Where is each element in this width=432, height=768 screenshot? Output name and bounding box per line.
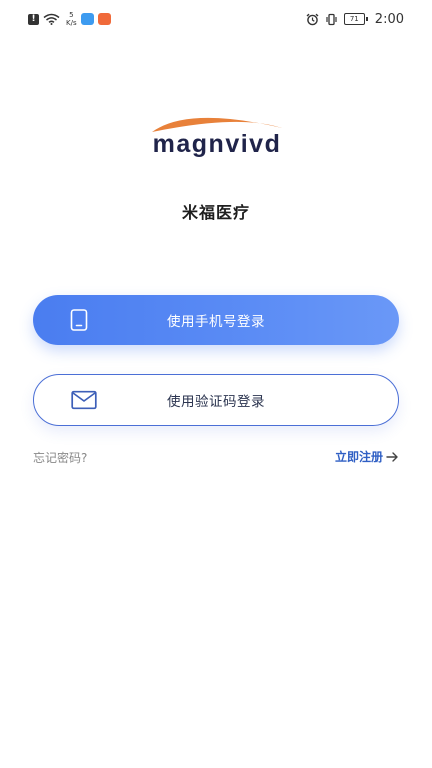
arrow-right-icon (386, 451, 398, 462)
alarm-icon (306, 13, 319, 25)
vibrate-icon (326, 13, 337, 25)
brand-logo: magnvivd (148, 110, 286, 166)
status-time: 2:00 (374, 11, 404, 27)
code-login-label: 使用验证码登录 (167, 394, 265, 410)
status-bar-right: 71 2:00 (306, 10, 404, 28)
code-login-button[interactable]: 使用验证码登录 (33, 374, 399, 426)
app-name: 米福医疗 (181, 203, 250, 222)
register-link[interactable]: 立即注册 (335, 448, 399, 465)
status-bar-left: ! 5 K/s (28, 10, 111, 28)
network-speed: 5 K/s (66, 11, 77, 27)
wallet-app-icon (97, 13, 111, 25)
alert-icon: ! (28, 13, 39, 25)
battery-icon: 71 (343, 13, 368, 25)
status-bar: ! 5 K/s 71 2:00 (0, 0, 432, 36)
search-app-icon (80, 13, 94, 25)
logo-wordmark: magnvivd (152, 130, 282, 158)
network-speed-value: 5 (69, 11, 74, 19)
phone-login-button[interactable]: 使用手机号登录 (33, 295, 399, 345)
forgot-password-link[interactable]: 忘记密码? (33, 449, 87, 466)
wifi-icon (43, 13, 60, 25)
network-speed-unit: K/s (66, 19, 77, 27)
phone-login-label: 使用手机号登录 (167, 314, 265, 330)
register-label: 立即注册 (334, 450, 383, 464)
